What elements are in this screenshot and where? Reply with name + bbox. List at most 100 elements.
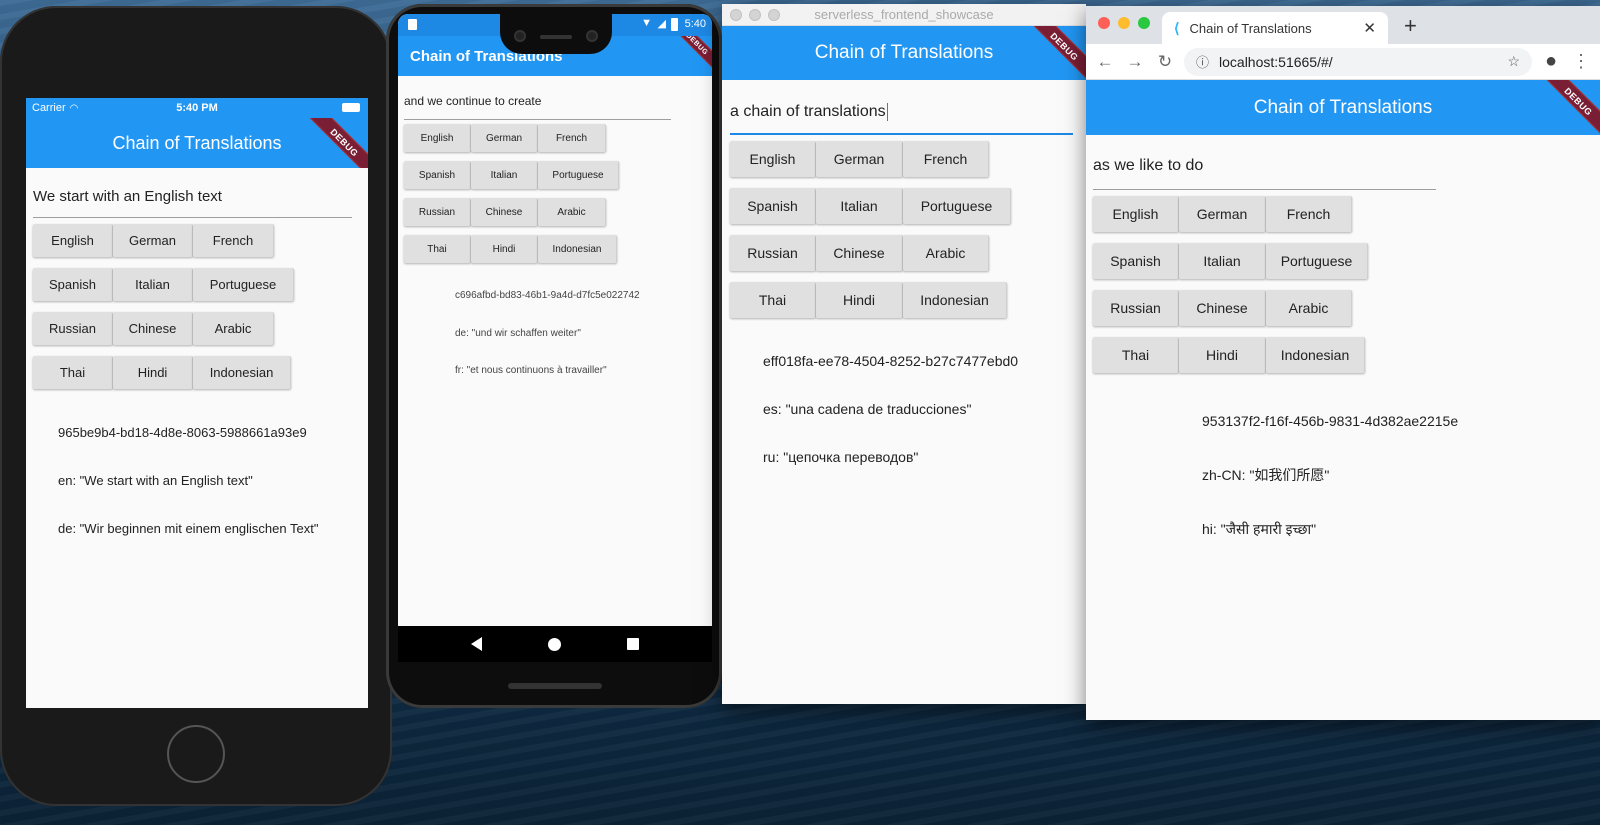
translation-input-value: We start with an English text [33,188,222,205]
home-icon[interactable] [548,637,561,651]
zoom-window-button[interactable] [768,9,780,21]
translation-input[interactable]: as we like to do [1093,135,1436,190]
indonesian-button[interactable]: Indonesian [1266,337,1365,373]
app-body: a chain of translations English German F… [722,80,1086,704]
portuguese-button[interactable]: Portuguese [1266,243,1368,279]
status-time: 5:40 PM [176,102,218,114]
french-button[interactable]: French [538,124,606,152]
translation-input-value: a chain of translations [730,103,886,120]
portuguese-button[interactable]: Portuguese [903,188,1011,224]
russian-button[interactable]: Russian [1093,290,1179,326]
thai-button[interactable]: Thai [1093,337,1179,373]
home-button[interactable] [167,725,225,783]
translation-input[interactable]: a chain of translations [730,80,1073,135]
russian-button[interactable]: Russian [404,198,471,226]
italian-button[interactable]: Italian [816,188,903,224]
bookmark-star-icon[interactable]: ☆ [1507,53,1520,70]
translation-input[interactable]: and we continue to create [404,76,671,120]
window-titlebar[interactable]: serverless_frontend_showcase [722,4,1086,26]
chinese-button[interactable]: Chinese [471,198,538,226]
minimize-window-button[interactable] [1118,17,1130,29]
close-tab-icon[interactable]: ✕ [1363,19,1376,37]
recents-icon[interactable] [627,638,639,650]
hindi-button[interactable]: Hindi [816,282,903,318]
thai-button[interactable]: Thai [404,235,471,263]
result-line: de: "Wir beginnen mit einem englischen T… [58,521,319,536]
info-icon[interactable]: ⓘ [1196,52,1209,71]
chinese-button[interactable]: Chinese [816,235,903,271]
thai-button[interactable]: Thai [730,282,816,318]
chinese-button[interactable]: Chinese [113,312,193,345]
battery-icon [342,103,360,112]
new-tab-button[interactable]: + [1404,13,1417,39]
result-line: es: "una cadena de traducciones" [763,401,972,417]
italian-button[interactable]: Italian [113,268,193,301]
hindi-button[interactable]: Hindi [471,235,538,263]
language-row: Spanish Italian Portuguese [730,188,1074,224]
result-id: eff018fa-ee78-4504-8252-b27c7477ebd0 [763,353,1019,369]
french-button[interactable]: French [193,224,274,257]
macos-app-window: serverless_frontend_showcase Chain of Tr… [722,4,1086,704]
english-button[interactable]: English [404,124,471,152]
browser-tab[interactable]: ⟨ Chain of Translations ✕ [1162,12,1388,44]
french-button[interactable]: French [903,141,989,177]
arabic-button[interactable]: Arabic [903,235,989,271]
german-button[interactable]: German [471,124,538,152]
app-body: and we continue to create English German… [398,76,712,636]
menu-icon[interactable]: ⋮ [1570,51,1592,73]
reload-icon[interactable]: ↻ [1154,51,1176,73]
window-title: serverless_frontend_showcase [814,7,994,22]
indonesian-button[interactable]: Indonesian [193,356,291,389]
close-window-button[interactable] [730,9,742,21]
indonesian-button[interactable]: Indonesian [903,282,1007,318]
english-button[interactable]: English [1093,196,1179,232]
language-row: English German French [33,224,352,257]
spanish-button[interactable]: Spanish [730,188,816,224]
page-title: Chain of Translations [112,132,282,153]
chinese-button[interactable]: Chinese [1179,290,1266,326]
german-button[interactable]: German [816,141,903,177]
language-buttons: English German French Spanish Italian Po… [730,141,1074,318]
russian-button[interactable]: Russian [33,312,113,345]
language-buttons: English German French Spanish Italian Po… [404,124,706,263]
portuguese-button[interactable]: Portuguese [538,161,619,189]
english-button[interactable]: English [730,141,816,177]
translation-result: 953137f2-f16f-456b-9831-4d382ae2215e zh-… [1202,376,1588,574]
android-nav-bar [398,626,712,662]
german-button[interactable]: German [1179,196,1266,232]
translation-result: 965be9b4-bd18-4d8e-8063-5988661a93e9 en:… [58,393,352,569]
language-row: Spanish Italian Portuguese [33,268,352,301]
earpiece [540,35,572,39]
app-bar: Chain of Translations DEBUG [26,118,368,168]
portuguese-button[interactable]: Portuguese [193,268,294,301]
close-window-button[interactable] [1098,17,1110,29]
spanish-button[interactable]: Spanish [33,268,113,301]
address-bar[interactable]: ⓘ localhost:51665/#/ ☆ [1184,47,1532,76]
language-row: Thai Hindi Indonesian [33,356,352,389]
hindi-button[interactable]: Hindi [1179,337,1266,373]
english-button[interactable]: English [33,224,113,257]
back-icon[interactable] [471,637,482,651]
hindi-button[interactable]: Hindi [113,356,193,389]
language-row: Spanish Italian Portuguese [1093,243,1588,279]
spanish-button[interactable]: Spanish [1093,243,1179,279]
arabic-button[interactable]: Arabic [193,312,274,345]
spanish-button[interactable]: Spanish [404,161,471,189]
german-button[interactable]: German [113,224,193,257]
french-button[interactable]: French [1266,196,1352,232]
translation-input[interactable]: We start with an English text [33,168,352,218]
arabic-button[interactable]: Arabic [1266,290,1352,326]
arabic-button[interactable]: Arabic [538,198,606,226]
italian-button[interactable]: Italian [1179,243,1266,279]
thai-button[interactable]: Thai [33,356,113,389]
result-line: zh-CN: "如我们所愿" [1202,467,1330,483]
back-arrow-icon[interactable]: ← [1094,51,1116,73]
forward-arrow-icon[interactable]: → [1124,51,1146,73]
indonesian-button[interactable]: Indonesian [538,235,617,263]
zoom-window-button[interactable] [1138,17,1150,29]
profile-avatar-icon[interactable]: ● [1540,50,1562,73]
italian-button[interactable]: Italian [471,161,538,189]
language-row: Thai Hindi Indonesian [1093,337,1588,373]
russian-button[interactable]: Russian [730,235,816,271]
minimize-window-button[interactable] [749,9,761,21]
